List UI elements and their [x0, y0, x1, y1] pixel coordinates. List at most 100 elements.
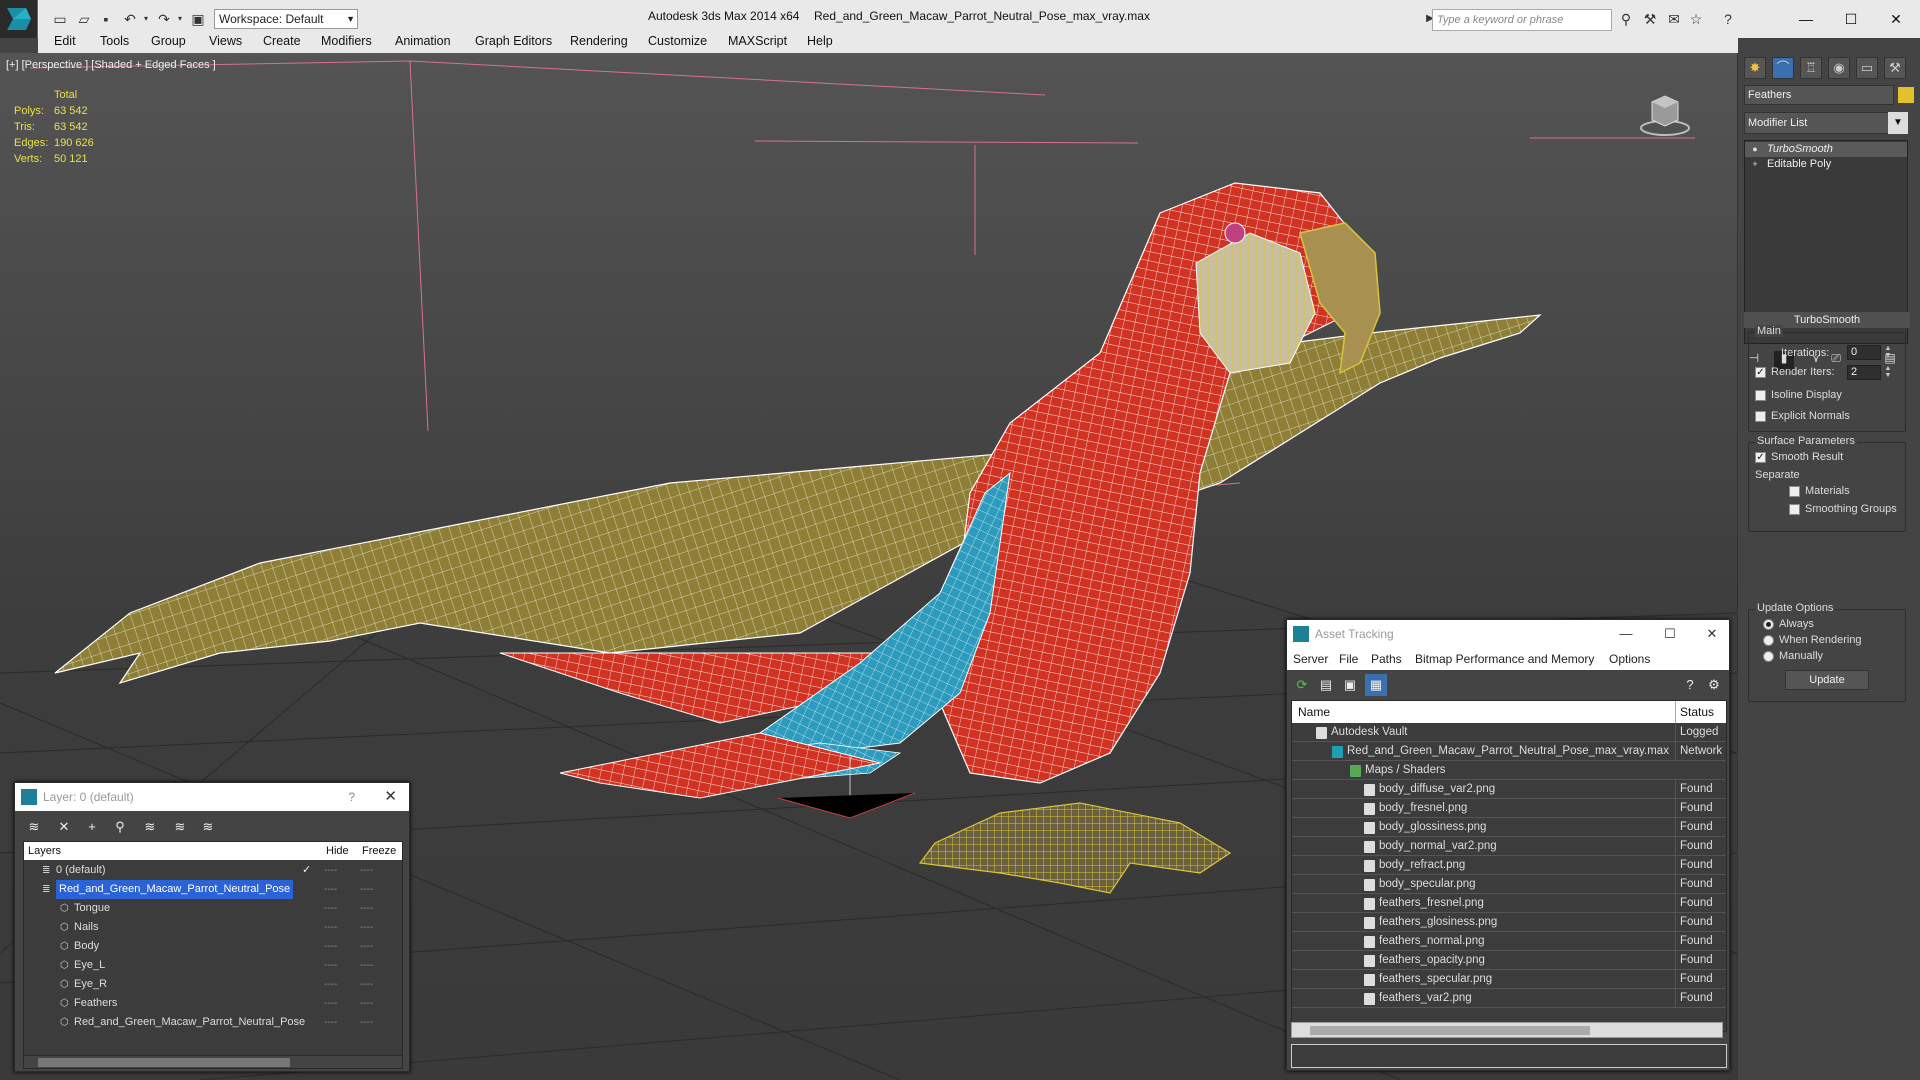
update-button[interactable]: Update	[1785, 670, 1869, 690]
menu-animation[interactable]: Animation	[395, 34, 451, 48]
binoculars-icon[interactable]: ⚲	[1616, 9, 1636, 29]
scrollbar-thumb[interactable]	[38, 1058, 290, 1067]
freeze-toggle[interactable]: ----	[360, 956, 373, 975]
horizontal-scrollbar[interactable]	[1291, 1022, 1723, 1038]
smooth-result-checkbox[interactable]: ✓	[1755, 452, 1766, 463]
layer-row[interactable]: ⬡ Nails ---- ----	[24, 918, 402, 937]
menu-views[interactable]: Views	[209, 34, 242, 48]
scrollbar-thumb[interactable]	[1310, 1026, 1590, 1035]
asset-row[interactable]: feathers_var2.png Found	[1292, 989, 1726, 1008]
hide-toggle[interactable]: ----	[324, 956, 337, 975]
menu-bitmap-performance[interactable]: Bitmap Performance and Memory	[1415, 652, 1594, 666]
menu-help[interactable]: Help	[807, 34, 833, 48]
hierarchy-tab-icon[interactable]: ♖	[1800, 57, 1822, 79]
asset-tracking-titlebar[interactable]: Asset Tracking — ☐ ✕	[1287, 620, 1729, 648]
hide-toggle[interactable]: ----	[324, 975, 337, 994]
delete-layer-icon[interactable]: ✕	[53, 817, 75, 837]
hide-toggle[interactable]: ----	[324, 899, 337, 918]
table-view-icon[interactable]: ▦	[1365, 674, 1387, 696]
asset-row[interactable]: feathers_opacity.png Found	[1292, 951, 1726, 970]
asset-row[interactable]: feathers_glosiness.png Found	[1292, 913, 1726, 932]
layer-row[interactable]: ⬡ Body ---- ----	[24, 937, 402, 956]
help-icon[interactable]: ?	[1679, 674, 1701, 696]
new-file-icon[interactable]: ▭	[50, 9, 70, 29]
menu-group[interactable]: Group	[151, 34, 186, 48]
menu-edit[interactable]: Edit	[54, 34, 76, 48]
hide-toggle[interactable]: ----	[324, 880, 337, 899]
asset-row[interactable]: Autodesk Vault Logged	[1292, 723, 1726, 742]
viewport-label[interactable]: [+] [Perspective ] [Shaded + Edged Faces…	[6, 59, 216, 71]
freeze-toggle[interactable]: ----	[360, 937, 373, 956]
asset-row[interactable]: body_specular.png Found	[1292, 875, 1726, 894]
freeze-toggle[interactable]: ----	[360, 899, 373, 918]
project-folder-icon[interactable]: ▣	[188, 9, 208, 29]
asset-row[interactable]: body_glossiness.png Found	[1292, 818, 1726, 837]
asset-row[interactable]: Maps / Shaders	[1292, 761, 1726, 780]
viewcube-icon[interactable]	[1640, 90, 1690, 140]
highlight-layer-icon[interactable]: ≋	[139, 817, 161, 837]
freeze-all-icon[interactable]: ≋	[197, 817, 219, 837]
freeze-toggle[interactable]: ----	[360, 880, 373, 899]
help-icon[interactable]: ?	[348, 783, 355, 811]
maximize-button[interactable]: ☐	[1835, 6, 1867, 32]
asset-row[interactable]: body_refract.png Found	[1292, 856, 1726, 875]
app-menu-button[interactable]	[0, 0, 38, 38]
motion-tab-icon[interactable]: ◉	[1828, 57, 1850, 79]
undo-dropdown-icon[interactable]: ▾	[136, 9, 156, 29]
layer-row[interactable]: ⬡ Red_and_Green_Macaw_Parrot_Neutral_Pose…	[24, 1013, 402, 1032]
menu-file[interactable]: File	[1339, 652, 1358, 666]
hide-toggle[interactable]: ----	[324, 937, 337, 956]
save-file-icon[interactable]: ▪	[96, 9, 116, 29]
isoline-display-checkbox[interactable]	[1755, 390, 1766, 401]
menu-modifiers[interactable]: Modifiers	[321, 34, 372, 48]
light-bulb-icon[interactable]: ●	[1750, 144, 1760, 154]
close-icon[interactable]: ✕	[384, 783, 397, 811]
refresh-icon[interactable]: ⟳	[1291, 674, 1313, 696]
hide-toggle[interactable]: ----	[324, 994, 337, 1013]
smoothing-groups-checkbox[interactable]	[1789, 504, 1800, 515]
menu-rendering[interactable]: Rendering	[570, 34, 628, 48]
iterations-spinner[interactable]: 0	[1847, 345, 1881, 360]
hide-toggle[interactable]: ----	[324, 918, 337, 937]
hide-toggle[interactable]: ----	[324, 861, 337, 880]
asset-row[interactable]: Red_and_Green_Macaw_Parrot_Neutral_Pose_…	[1292, 742, 1726, 761]
utilities-tab-icon[interactable]: ⚒	[1884, 57, 1906, 79]
add-to-layer-icon[interactable]: +	[81, 817, 103, 837]
close-button[interactable]: ✕	[1697, 620, 1727, 648]
thumbnail-view-icon[interactable]: ▣	[1339, 674, 1361, 696]
freeze-toggle[interactable]: ----	[360, 975, 373, 994]
menu-customize[interactable]: Customize	[648, 34, 707, 48]
render-iters-checkbox[interactable]: ✓	[1755, 367, 1766, 378]
layer-row[interactable]: ⬡ Eye_L ---- ----	[24, 956, 402, 975]
asset-row[interactable]: feathers_normal.png Found	[1292, 932, 1726, 951]
display-tab-icon[interactable]: ▭	[1856, 57, 1878, 79]
materials-checkbox[interactable]	[1789, 486, 1800, 497]
explicit-normals-checkbox[interactable]	[1755, 411, 1766, 422]
freeze-toggle[interactable]: ----	[360, 861, 373, 880]
minimize-button[interactable]: —	[1790, 6, 1822, 32]
manually-radio[interactable]	[1763, 651, 1774, 662]
object-color-swatch[interactable]	[1898, 87, 1914, 103]
stack-item-editable-poly[interactable]: + Editable Poly	[1745, 157, 1907, 172]
stack-item-turbosmooth[interactable]: ● TurboSmooth	[1745, 142, 1907, 157]
subscription-icon[interactable]: ⚒	[1640, 9, 1660, 29]
asset-row[interactable]: body_fresnel.png Found	[1292, 799, 1726, 818]
layer-window-titlebar[interactable]: Layer: 0 (default) ? ✕	[15, 783, 409, 811]
object-name-field[interactable]: Feathers	[1744, 85, 1894, 105]
layer-row[interactable]: ⬡ Tongue ---- ----	[24, 899, 402, 918]
menu-tools[interactable]: Tools	[100, 34, 129, 48]
render-iters-spinner[interactable]: 2	[1847, 365, 1881, 380]
minimize-button[interactable]: —	[1611, 620, 1641, 648]
spinner-arrows-icon[interactable]: ▲ ▼	[1883, 345, 1893, 360]
search-input[interactable]: Type a keyword or phrase	[1432, 9, 1612, 31]
menu-maxscript[interactable]: MAXScript	[728, 34, 787, 48]
asset-row[interactable]: body_normal_var2.png Found	[1292, 837, 1726, 856]
asset-row[interactable]: feathers_fresnel.png Found	[1292, 894, 1726, 913]
menu-graph-editors[interactable]: Graph Editors	[475, 34, 552, 48]
horizontal-scrollbar[interactable]	[23, 1055, 403, 1069]
layer-row[interactable]: ⬡ Feathers ---- ----	[24, 994, 402, 1013]
redo-dropdown-icon[interactable]: ▾	[170, 9, 190, 29]
open-file-icon[interactable]: ▱	[74, 9, 94, 29]
expand-plus-icon[interactable]: +	[1750, 159, 1760, 169]
settings-icon[interactable]: ⚙	[1703, 674, 1725, 696]
